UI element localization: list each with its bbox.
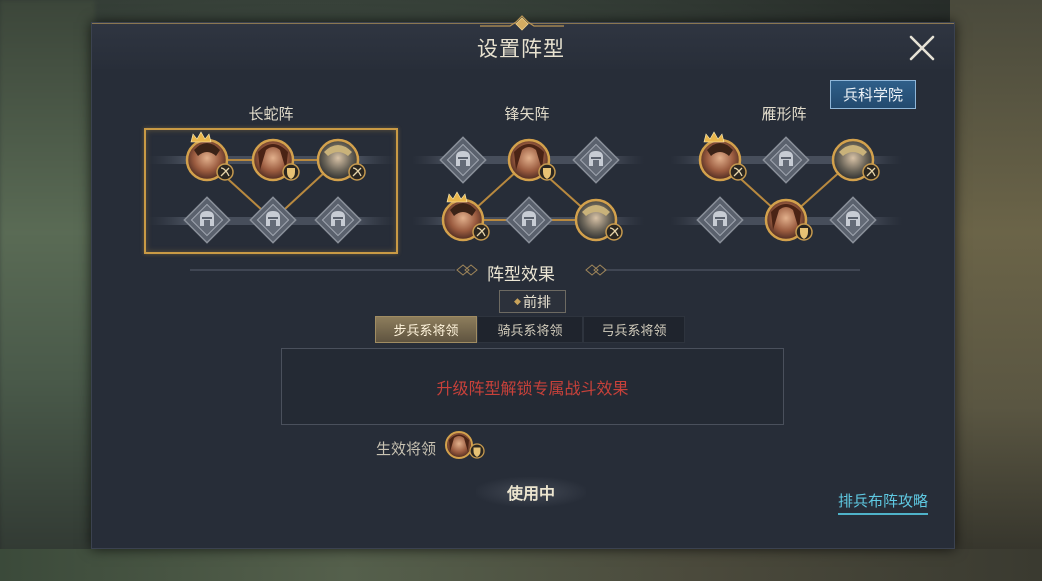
active-generals-label: 生效将领 xyxy=(376,440,437,458)
tab-archer-generals[interactable]: 弓兵系将领 xyxy=(583,316,685,343)
background-left xyxy=(0,0,95,581)
background-bottom xyxy=(0,549,1042,581)
hero-portrait-arrow-1[interactable] xyxy=(507,138,551,182)
hero-portrait-snake-3[interactable] xyxy=(316,138,360,182)
dialog-title: 设置阵型 xyxy=(477,37,565,61)
in-use-button[interactable]: 使用中 xyxy=(476,477,586,507)
formation-effect-title: 阵型效果 xyxy=(487,265,555,285)
header-ornament-icon xyxy=(480,15,564,31)
effect-description-box: 升级阵型解锁专属战斗效果 xyxy=(281,348,784,425)
formation-dialog xyxy=(91,22,955,549)
hero-portrait-geese-2[interactable] xyxy=(831,138,875,182)
hero-portrait-geese-1[interactable] xyxy=(698,138,742,182)
formation-name-snake[interactable]: 长蛇阵 xyxy=(211,103,331,124)
hero-portrait-geese-3[interactable] xyxy=(764,198,808,242)
front-row-button[interactable]: ◆ 前排 xyxy=(499,290,566,313)
diamond-icon: ◆ xyxy=(514,296,521,307)
formation-name-arrow[interactable]: 锋矢阵 xyxy=(467,103,587,124)
formation-name-geese[interactable]: 雁形阵 xyxy=(724,103,844,124)
tab-cavalry-generals[interactable]: 骑兵系将领 xyxy=(477,316,583,343)
formation-guide-link[interactable]: 排兵布阵攻略 xyxy=(838,490,929,515)
hero-portrait-arrow-2[interactable] xyxy=(441,198,485,242)
front-row-label: 前排 xyxy=(522,294,551,311)
hero-portrait-snake-2[interactable] xyxy=(251,138,295,182)
tab-infantry-generals[interactable]: 步兵系将领 xyxy=(375,316,477,343)
locked-effect-text: 升级阵型解锁专属战斗效果 xyxy=(436,378,629,398)
general-type-tabs: 步兵系将领 骑兵系将领 弓兵系将领 xyxy=(375,316,685,343)
close-icon[interactable] xyxy=(905,31,939,65)
background-right xyxy=(950,0,1042,581)
active-general-avatar[interactable] xyxy=(445,431,473,459)
hero-portrait-snake-1[interactable] xyxy=(185,138,229,182)
hero-portrait-arrow-3[interactable] xyxy=(574,198,618,242)
